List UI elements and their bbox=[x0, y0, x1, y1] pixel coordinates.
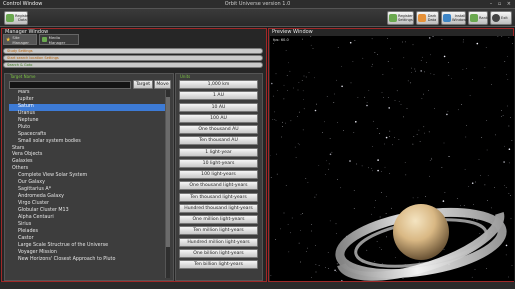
install-windows-label: Install Windows bbox=[452, 14, 469, 22]
dark-data-button[interactable]: Dark Data bbox=[416, 11, 439, 25]
exit-icon bbox=[492, 14, 500, 22]
tree-item[interactable]: Large Scale Structrue of the Universe bbox=[9, 243, 165, 250]
tree-item[interactable]: New Horizons' Closest Approach to Pluto bbox=[9, 257, 165, 264]
target-button[interactable]: Target bbox=[133, 80, 153, 89]
star-icon bbox=[6, 37, 11, 42]
preview-viewport[interactable]: fps: 60.0 bbox=[270, 36, 514, 281]
unit-button[interactable]: 1,000 km bbox=[179, 80, 258, 89]
tree-item[interactable]: Uranus bbox=[9, 111, 165, 118]
scrollbar-thumb[interactable] bbox=[166, 97, 170, 247]
register-data-label: Register Data bbox=[15, 14, 30, 22]
tree-item[interactable]: Pleiades bbox=[9, 229, 165, 236]
section-start-location[interactable]: Start search location Settings bbox=[3, 55, 263, 61]
tab-site-manager[interactable]: Site Manager bbox=[3, 34, 37, 45]
saturn-render bbox=[335, 204, 507, 281]
tab-media-manager-label: Media Manager bbox=[48, 34, 66, 45]
install-windows-button[interactable]: Install Windows bbox=[441, 11, 469, 25]
unit-button[interactable]: Hundred thousand light-years bbox=[179, 203, 258, 213]
tree-item[interactable]: Globular Cluster M13 bbox=[9, 208, 165, 215]
tree-item[interactable]: Castor bbox=[9, 236, 165, 243]
unit-button[interactable]: One thousand AU bbox=[179, 125, 258, 134]
target-name-label: Target Name bbox=[10, 74, 36, 79]
unit-button[interactable]: 1 AU bbox=[179, 91, 258, 101]
windows-icon bbox=[443, 14, 451, 22]
unit-button[interactable]: 100 light-years bbox=[179, 170, 258, 179]
tree-item[interactable]: Voyager Mission bbox=[9, 250, 165, 257]
tree-item[interactable]: Neptune bbox=[9, 118, 165, 125]
section-search-goto[interactable]: Search & Goto bbox=[3, 62, 263, 68]
bottom-bar bbox=[0, 282, 515, 289]
register-settings-button[interactable]: Register Settings bbox=[387, 11, 414, 25]
tree-item[interactable]: Andromeda Galaxy bbox=[9, 194, 165, 201]
register-icon bbox=[6, 14, 14, 22]
unit-button[interactable]: Ten million light-years bbox=[179, 226, 258, 236]
media-icon bbox=[42, 37, 47, 42]
unit-button[interactable]: 100 AU bbox=[179, 113, 258, 123]
tree-item[interactable]: Mars bbox=[9, 90, 165, 97]
exit-label: Exit bbox=[501, 16, 508, 20]
title-bar: Control Window Orbit Universe version 1.… bbox=[0, 0, 515, 9]
app-title: Orbit Universe version 1.0 bbox=[224, 1, 291, 7]
rank-icon bbox=[470, 14, 478, 22]
tree-item[interactable]: Saturn bbox=[9, 103, 165, 111]
tab-media-manager[interactable]: Media Manager bbox=[39, 34, 79, 45]
manager-tabs: Site Manager Media Manager bbox=[3, 34, 266, 45]
tree-scrollbar[interactable] bbox=[165, 90, 170, 278]
tab-site-manager-label: Site Manager bbox=[12, 34, 29, 45]
rank-button[interactable]: Rank bbox=[468, 11, 488, 25]
tree-item[interactable]: Alpha Centauri bbox=[9, 215, 165, 222]
settings-icon bbox=[389, 14, 397, 22]
dark-data-icon bbox=[418, 14, 426, 22]
units-label: Units bbox=[180, 74, 191, 79]
exit-button[interactable]: Exit bbox=[490, 11, 512, 25]
preview-title: Preview Window bbox=[272, 29, 313, 35]
tree-item[interactable]: Small solar system bodies bbox=[9, 139, 165, 146]
unit-button[interactable]: Ten billion light-years bbox=[179, 260, 258, 269]
unit-button[interactable]: Hundred million light-years bbox=[179, 237, 258, 247]
dark-data-label: Dark Data bbox=[427, 14, 437, 22]
object-tree: Mars Jupiter Saturn Uranus Neptune Pluto Space… bbox=[9, 90, 165, 278]
unit-button[interactable]: One million light-years bbox=[179, 215, 258, 224]
unit-button[interactable]: Ten thousand AU bbox=[179, 136, 258, 146]
unit-button[interactable]: One billion light-years bbox=[179, 248, 258, 258]
move-button[interactable]: Move bbox=[154, 80, 171, 89]
saturn-planet bbox=[393, 204, 449, 260]
tree-item[interactable]: Galaxies bbox=[9, 159, 165, 166]
unit-button[interactable]: 1 light-year bbox=[179, 147, 258, 157]
window-controls[interactable]: – ▫ × bbox=[490, 1, 513, 7]
rank-label: Rank bbox=[479, 16, 488, 20]
tree-item[interactable]: Sirius bbox=[9, 222, 165, 229]
unit-button[interactable]: 10 light-years bbox=[179, 158, 258, 168]
toolbar: Register Data Register Settings Dark Dat… bbox=[0, 9, 515, 27]
tree-item[interactable]: Virgo Cluster bbox=[9, 201, 165, 208]
tree-item[interactable]: Jupiter bbox=[9, 97, 165, 104]
register-data-button[interactable]: Register Data bbox=[4, 11, 30, 25]
unit-button[interactable]: One thousand light-years bbox=[179, 181, 258, 191]
target-input[interactable] bbox=[9, 81, 131, 89]
unit-button[interactable]: 10 AU bbox=[179, 102, 258, 112]
unit-button[interactable]: Ten thousand light-years bbox=[179, 192, 258, 202]
register-settings-label: Register Settings bbox=[398, 14, 413, 22]
tree-item[interactable]: Spacecrafts bbox=[9, 132, 165, 139]
section-study-settings[interactable]: Study Settings bbox=[3, 48, 263, 54]
tree-item[interactable]: Pluto bbox=[9, 125, 165, 132]
